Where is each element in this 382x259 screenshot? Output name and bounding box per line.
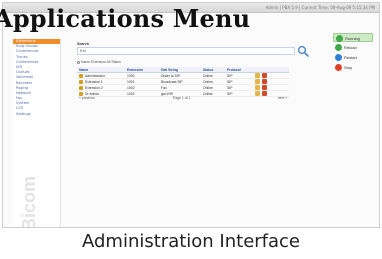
column-header-extension[interactable]: Extension bbox=[125, 67, 159, 72]
restart-icon bbox=[335, 54, 342, 61]
cell-dial-string: Broadcast SIP bbox=[161, 80, 183, 84]
filter-text: Name Extension All Status bbox=[81, 60, 121, 64]
search-label: Search bbox=[77, 42, 89, 46]
bicom-logo: Bicom bbox=[19, 176, 39, 228]
action-panel: Running Reload Restart Stop bbox=[333, 33, 373, 73]
action-label: Reload bbox=[344, 45, 357, 50]
cell-protocol: SIP bbox=[227, 74, 233, 78]
top-bar-status: Admin | PBX 5.9 | Current Time: 09-Aug-0… bbox=[265, 5, 375, 10]
extensions-grid: Name Extension Dial String Status Protoc… bbox=[77, 67, 289, 97]
running-button[interactable]: Running bbox=[333, 33, 373, 42]
pager-info: Page 1 of 1 bbox=[173, 96, 191, 100]
column-header-dial-string[interactable]: Dial String bbox=[159, 67, 201, 72]
cell-status: Online bbox=[203, 74, 213, 78]
brand-text: Bicom bbox=[19, 176, 39, 228]
reload-button[interactable]: Reload bbox=[333, 43, 373, 52]
cell-extension: 1001 bbox=[127, 80, 135, 84]
pager-next-link[interactable]: next » bbox=[278, 96, 287, 100]
reload-icon bbox=[335, 44, 342, 51]
search-filter-options[interactable]: Name Extension All Status bbox=[77, 60, 121, 64]
extension-icon bbox=[79, 80, 83, 84]
running-icon bbox=[336, 35, 343, 42]
search-input[interactable]: Ext bbox=[77, 47, 295, 55]
main-panel: Search Ext Name Extension All Status Nam… bbox=[73, 39, 311, 129]
grid-pager: « previous Page 1 of 1 next » bbox=[77, 95, 289, 101]
cell-name[interactable]: Extension 1 bbox=[77, 79, 125, 84]
edit-icon[interactable] bbox=[255, 85, 260, 90]
figure-caption: Administration Interface bbox=[81, 231, 301, 252]
restart-button[interactable]: Restart bbox=[333, 53, 373, 62]
edit-icon[interactable] bbox=[255, 79, 260, 84]
cell-status: Online bbox=[203, 86, 213, 90]
extension-icon bbox=[79, 86, 83, 90]
cell-protocol: SIP bbox=[227, 80, 233, 84]
row-actions bbox=[251, 85, 289, 90]
cell-extension: 1002 bbox=[127, 86, 135, 90]
action-label: Restart bbox=[344, 55, 357, 60]
screenshot-thumbnail: Admin | PBX 5.9 | Current Time: 09-Aug-0… bbox=[2, 2, 380, 228]
cell-protocol: SIP bbox=[227, 86, 233, 90]
cell-dial-string: Fax bbox=[161, 86, 167, 90]
column-header-protocol[interactable]: Protocol bbox=[225, 67, 251, 72]
cell-name-text: Extension 1 bbox=[85, 80, 103, 84]
cell-dial-string: Dialer to SIP bbox=[161, 74, 181, 78]
stop-button[interactable]: Stop bbox=[333, 63, 373, 72]
extension-icon bbox=[79, 74, 83, 78]
cell-name[interactable]: Administrator bbox=[77, 73, 125, 78]
row-actions bbox=[251, 73, 289, 78]
action-label: Stop bbox=[344, 65, 353, 70]
stop-icon bbox=[335, 64, 342, 71]
column-header-actions bbox=[251, 67, 289, 72]
sidebar-item-settings[interactable]: Settings bbox=[13, 112, 60, 117]
column-header-status[interactable]: Status bbox=[201, 67, 225, 72]
pager-previous-link[interactable]: « previous bbox=[79, 96, 95, 100]
action-label: Running bbox=[345, 36, 360, 41]
figure-frame: Admin | PBX 5.9 | Current Time: 09-Aug-0… bbox=[0, 0, 382, 259]
delete-icon[interactable] bbox=[262, 79, 267, 84]
row-actions bbox=[251, 79, 289, 84]
cell-name[interactable]: Extension 2 bbox=[77, 85, 125, 90]
delete-icon[interactable] bbox=[262, 73, 267, 78]
search-icon[interactable] bbox=[297, 45, 309, 57]
delete-icon[interactable] bbox=[262, 85, 267, 90]
cell-name-text: Extension 2 bbox=[85, 86, 103, 90]
edit-icon[interactable] bbox=[255, 73, 260, 78]
filter-radio[interactable] bbox=[77, 60, 80, 64]
applications-menu-title: Applications Menu bbox=[0, 4, 251, 33]
cell-status: Online bbox=[203, 80, 213, 84]
grid-body: Administrator 1000 Dialer to SIP Online SIP E… bbox=[77, 73, 289, 97]
column-header-name[interactable]: Name bbox=[77, 67, 125, 72]
cell-extension: 1000 bbox=[127, 74, 135, 78]
cell-name-text: Administrator bbox=[85, 74, 105, 78]
